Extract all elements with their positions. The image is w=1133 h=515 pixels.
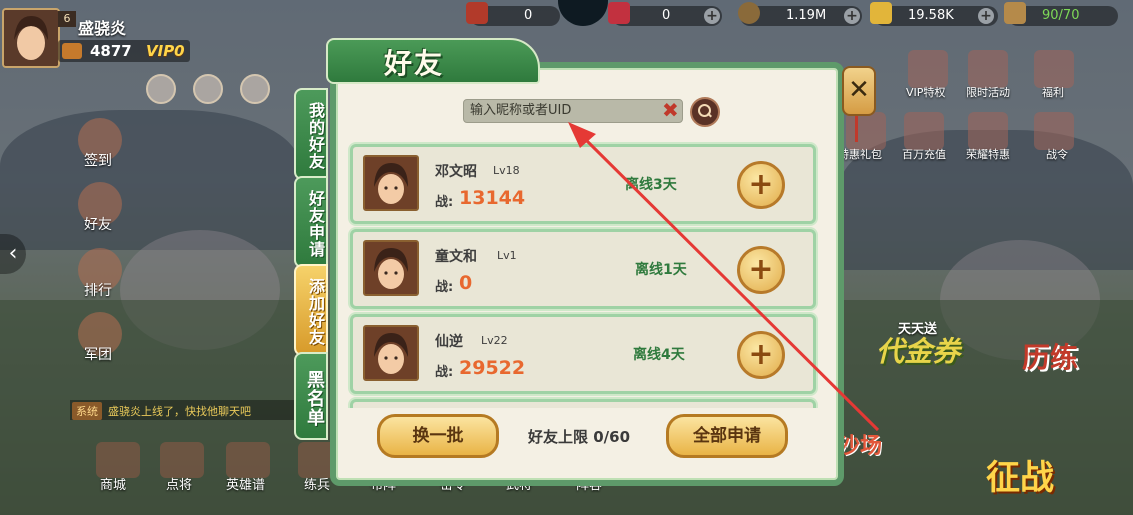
modal-title: 好友 bbox=[384, 47, 445, 80]
power-label: 战: bbox=[435, 280, 454, 295]
power-label: 战: bbox=[435, 365, 454, 380]
shop-button[interactable] bbox=[96, 442, 140, 478]
friend-level: Lv22 bbox=[481, 334, 508, 347]
lantern-tassel bbox=[855, 112, 858, 142]
plus-icon: + bbox=[748, 252, 774, 287]
million-recharge-label: 百万充值 bbox=[902, 148, 946, 161]
hero-book-label: 英雄谱 bbox=[226, 478, 266, 493]
friend-status: 离线3天 bbox=[625, 177, 677, 193]
friend-card: 邓文昭 Lv18 战: 13144 离线3天 + bbox=[350, 144, 816, 224]
vip-badge[interactable]: VIP0 bbox=[146, 42, 185, 60]
friend-status: 离线1天 bbox=[635, 262, 687, 278]
checkin-label: 签到 bbox=[84, 153, 112, 169]
promo-campaign-button[interactable]: 征战 bbox=[986, 450, 1054, 499]
friend-status: 离线4天 bbox=[633, 347, 685, 363]
notice-icon[interactable] bbox=[240, 74, 270, 104]
friend-card-partial bbox=[350, 399, 816, 408]
friend-avatar bbox=[363, 155, 419, 211]
chat-bubble-icon[interactable] bbox=[146, 74, 176, 104]
friend-name: 仙逆 bbox=[435, 334, 463, 350]
power-label: 战: bbox=[435, 195, 454, 210]
friend-name: 邓文昭 bbox=[435, 164, 477, 180]
clear-search-icon[interactable]: ✖ bbox=[662, 98, 679, 122]
friend-name: 童文和 bbox=[435, 249, 477, 265]
welfare-button[interactable] bbox=[1034, 50, 1074, 88]
resource-coin-value: 1.19M bbox=[786, 8, 827, 23]
tab-blacklist[interactable]: 黑名单 bbox=[294, 352, 328, 440]
plus-icon: + bbox=[748, 167, 774, 202]
power-icon bbox=[62, 43, 82, 59]
tab-friend-requests[interactable]: 好友申请 bbox=[294, 176, 328, 268]
friend-card: 童文和 Lv1 战: 0 离线1天 + bbox=[350, 229, 816, 309]
search-button[interactable] bbox=[690, 97, 720, 127]
friend-list[interactable]: 邓文昭 Lv18 战: 13144 离线3天 + 童文和 Lv1 战: 0 离线… bbox=[344, 136, 818, 408]
add-coin-button[interactable]: + bbox=[844, 8, 860, 24]
vip-privilege-label: VIP特权 bbox=[906, 86, 946, 99]
red-gem-icon bbox=[608, 2, 630, 24]
player-avatar[interactable] bbox=[2, 8, 60, 68]
add-friend-button[interactable]: + bbox=[737, 161, 785, 209]
friend-power: 0 bbox=[459, 272, 473, 294]
friend-level: Lv18 bbox=[493, 164, 520, 177]
resource-jade-value: 0 bbox=[524, 8, 533, 23]
friend-power: 29522 bbox=[459, 357, 526, 379]
mail-icon[interactable] bbox=[193, 74, 223, 104]
resource-gold-value: 19.58K bbox=[908, 8, 954, 23]
limited-event-button[interactable] bbox=[968, 50, 1008, 88]
glory-deal-button[interactable] bbox=[968, 112, 1008, 150]
special-pack-button[interactable] bbox=[846, 112, 886, 150]
special-pack-label: 特惠礼包 bbox=[838, 148, 882, 161]
recruit-button[interactable] bbox=[160, 442, 204, 478]
hero-book-button[interactable] bbox=[226, 442, 270, 478]
refresh-batch-button[interactable]: 换一批 bbox=[377, 414, 499, 458]
shop-label: 商城 bbox=[100, 478, 127, 493]
resource-gem-value: 0 bbox=[662, 8, 671, 23]
promo-battlefield-button[interactable]: 沙场 bbox=[838, 428, 882, 460]
jade-icon bbox=[466, 2, 488, 24]
friend-level: Lv1 bbox=[497, 249, 517, 262]
friend-limit-text: 好友上限 0/60 bbox=[528, 428, 631, 446]
tab-my-friends[interactable]: 我的好友 bbox=[294, 88, 328, 180]
apply-all-button[interactable]: 全部申请 bbox=[666, 414, 788, 458]
coin-icon bbox=[738, 2, 760, 24]
battle-pass-label: 战令 bbox=[1046, 148, 1068, 161]
search-input[interactable] bbox=[470, 101, 650, 119]
plus-icon: + bbox=[748, 337, 774, 372]
stamina-icon bbox=[1004, 2, 1026, 24]
close-button[interactable]: ✕ bbox=[842, 66, 876, 116]
friend-avatar bbox=[363, 325, 419, 381]
add-gem-button[interactable]: + bbox=[704, 8, 720, 24]
welfare-label: 福利 bbox=[1042, 86, 1064, 99]
player-power: 4877 bbox=[90, 42, 132, 60]
train-label: 练兵 bbox=[304, 478, 331, 493]
chat-tag: 系统 bbox=[72, 402, 102, 420]
battle-pass-button[interactable] bbox=[1034, 112, 1074, 150]
glory-deal-label: 荣耀特惠 bbox=[966, 148, 1010, 161]
friend-avatar bbox=[363, 240, 419, 296]
ranking-label: 排行 bbox=[84, 283, 112, 299]
friend-card: 仙逆 Lv22 战: 29522 离线4天 + bbox=[350, 314, 816, 394]
promo-training-button[interactable]: 历练 bbox=[1022, 336, 1078, 376]
gold-ingot-icon bbox=[870, 2, 892, 24]
million-recharge-button[interactable] bbox=[904, 112, 944, 150]
add-gold-button[interactable]: + bbox=[978, 8, 994, 24]
add-friend-button[interactable]: + bbox=[737, 246, 785, 294]
promo-voucher-button[interactable]: 代金券 bbox=[876, 330, 960, 370]
guild-label: 军团 bbox=[84, 347, 112, 363]
player-level: 6 bbox=[58, 11, 76, 27]
limited-event-label: 限时活动 bbox=[966, 86, 1010, 99]
add-friend-button[interactable]: + bbox=[737, 331, 785, 379]
vip-privilege-button[interactable] bbox=[908, 50, 948, 88]
resource-stamina-value: 90/70 bbox=[1042, 8, 1080, 23]
tab-add-friend[interactable]: 添加好友 bbox=[294, 264, 328, 356]
player-name: 盛骁炎 bbox=[78, 19, 127, 38]
friends-label: 好友 bbox=[84, 217, 112, 233]
chat-message: 盛骁炎上线了，快找他聊天吧 bbox=[108, 405, 251, 418]
friend-power: 13144 bbox=[459, 187, 526, 209]
recruit-label: 点将 bbox=[166, 478, 193, 493]
